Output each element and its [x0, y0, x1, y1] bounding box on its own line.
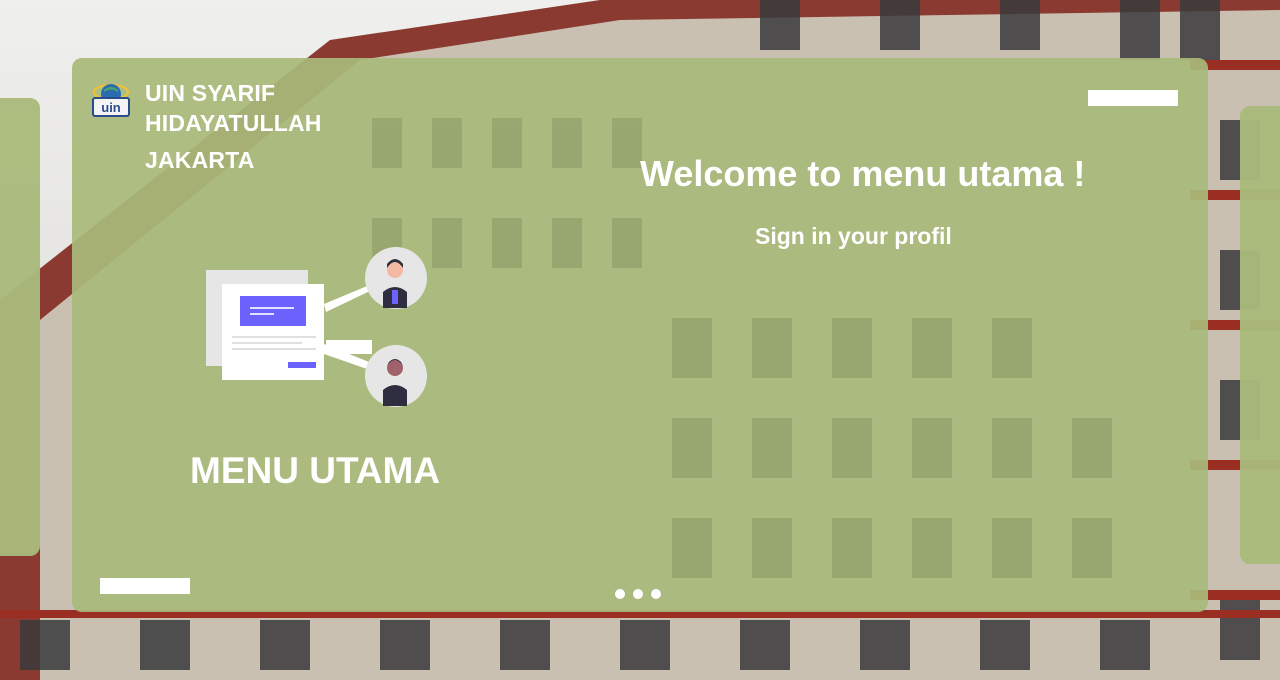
uin-logo-text: uin — [101, 100, 121, 115]
prev-slide-panel[interactable] — [0, 98, 40, 556]
brand-line-1: UIN SYARIF — [145, 80, 276, 106]
uin-logo-icon[interactable]: uin — [90, 78, 132, 120]
main-card: uin UIN SYARIF HIDAYATULLAH JAKARTA MENU… — [72, 58, 1208, 612]
menu-title: MENU UTAMA — [190, 450, 441, 491]
brand-title: UIN SYARIF HIDAYATULLAH JAKARTA — [145, 78, 322, 175]
sign-in-subtitle[interactable]: Sign in your profil — [755, 223, 952, 250]
bottom-left-bar — [100, 578, 190, 594]
carousel-dot-2[interactable] — [633, 589, 643, 599]
top-right-bar — [1088, 90, 1178, 106]
carousel-dot-1[interactable] — [615, 589, 625, 599]
carousel-dot-3[interactable] — [651, 589, 661, 599]
brand-line-3: JAKARTA — [145, 147, 255, 173]
next-slide-panel[interactable] — [1240, 106, 1280, 564]
welcome-heading: Welcome to menu utama ! — [640, 153, 1086, 194]
brand-line-2: HIDAYATULLAH — [145, 110, 322, 136]
menu-illustration-icon — [202, 244, 434, 410]
carousel-dots — [615, 589, 661, 599]
